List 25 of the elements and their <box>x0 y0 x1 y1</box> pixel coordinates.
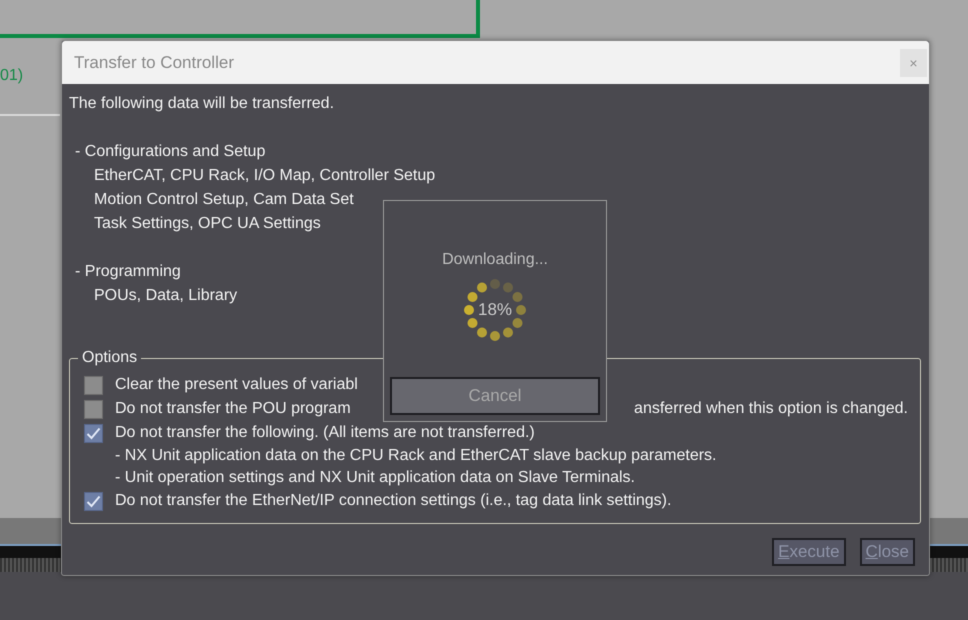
section-heading: - Configurations and Setup <box>74 142 266 162</box>
option-detail: - Unit operation settings and NX Unit application data on Slave Terminals. <box>114 468 636 488</box>
section-line: Motion Control Setup, Cam Data Set <box>93 190 355 210</box>
background-text: 01) <box>0 67 24 84</box>
progress-percent: 18% <box>478 299 512 322</box>
checkbox[interactable] <box>84 492 103 510</box>
option-detail: - NX Unit application data on the CPU Rack and EtherCAT slave backup parameters. <box>114 446 718 466</box>
section-line: EtherCAT, CPU Rack, I/O Map, Controller Setup <box>93 166 436 186</box>
close-button[interactable]: × <box>900 48 927 76</box>
spinner-icon <box>463 278 527 342</box>
checkbox[interactable] <box>84 376 103 394</box>
option-label: ansferred when this option is changed. <box>634 399 908 419</box>
checkbox[interactable] <box>84 424 103 442</box>
option-label: Clear the present values of variabl <box>115 375 358 395</box>
section-heading: - Programming <box>74 262 182 282</box>
cancel-button[interactable]: Cancel <box>390 377 600 415</box>
checkbox[interactable] <box>84 400 103 418</box>
section-line: POUs, Data, Library <box>93 286 238 306</box>
progress-message: Downloading... <box>442 250 548 270</box>
section-line: Task Settings, OPC UA Settings <box>93 214 322 234</box>
intro-text: The following data will be transferred. <box>69 94 336 114</box>
option-label: Do not transfer the POU program <box>115 399 351 419</box>
option-label: Do not transfer the following. (All items are not transferred.) <box>115 423 535 443</box>
option-label: Do not transfer the EtherNet/IP connection settings (i.e., tag data link settings). <box>115 491 672 511</box>
window-title: Transfer to Controller <box>74 52 234 74</box>
